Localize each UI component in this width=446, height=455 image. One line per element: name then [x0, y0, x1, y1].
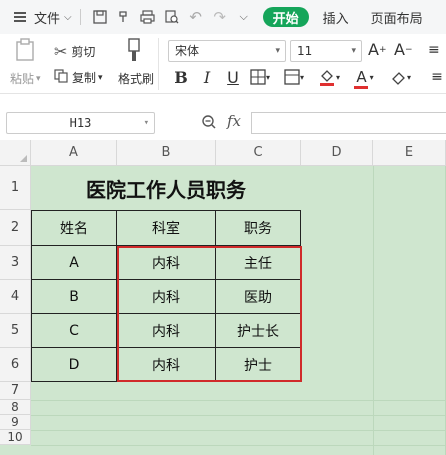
chevron-down-icon: ▾ [143, 118, 149, 128]
file-menu[interactable]: 文件 ⌵ [34, 0, 72, 34]
name-box[interactable]: H13 ▾ [6, 112, 155, 134]
chevron-down-icon: ▾ [275, 46, 280, 56]
header-cell-position[interactable]: 职务 [216, 211, 301, 246]
table-cell[interactable]: 内科 [117, 246, 216, 280]
border-icon[interactable]: ▾ [246, 66, 274, 88]
font-name-value: 宋体 [175, 44, 200, 58]
gridline [31, 445, 446, 446]
chevron-down-icon: ▾ [351, 46, 356, 56]
table-cell[interactable]: 内科 [117, 280, 216, 314]
more-chevron-icon[interactable]: ⌵ [233, 6, 255, 28]
spreadsheet-grid[interactable]: A B C D E 1 2 3 4 5 6 7 8 9 10 医院工作人员职务 … [0, 140, 446, 455]
row-header-5[interactable]: 5 [0, 314, 31, 348]
divider [158, 38, 159, 90]
column-header-e[interactable]: E [373, 140, 446, 166]
chevron-down-icon: ▾ [36, 73, 41, 84]
table-cell[interactable]: B [32, 280, 117, 314]
format-brush-icon[interactable] [113, 6, 135, 28]
paste-button[interactable]: 粘贴 ▾ [10, 70, 41, 87]
table-cell[interactable]: 护士 [216, 348, 301, 382]
table-cell[interactable]: 内科 [117, 348, 216, 382]
formula-bar: H13 ▾ fx [0, 108, 446, 138]
print-preview-icon[interactable] [161, 6, 183, 28]
format-painter-button[interactable]: 格式刷 [118, 70, 154, 87]
font-name-select[interactable]: 宋体 ▾ [168, 40, 286, 62]
paste-label: 粘贴 [10, 72, 35, 86]
table-cell[interactable]: C [32, 314, 117, 348]
cell-style-icon[interactable]: ▾ [280, 66, 308, 88]
cut-button[interactable]: ✂ 剪切 [54, 42, 95, 61]
tab-page-layout[interactable]: 页面布局 [371, 0, 423, 34]
scissors-icon: ✂ [54, 42, 68, 61]
row-header-8[interactable]: 8 [0, 400, 31, 415]
header-cell-department[interactable]: 科室 [117, 211, 216, 246]
gridline [31, 400, 446, 401]
row-header-3[interactable]: 3 [0, 246, 31, 280]
row-header-7[interactable]: 7 [0, 382, 31, 400]
table-cell[interactable]: 内科 [117, 314, 216, 348]
font-size-select[interactable]: 11 ▾ [290, 40, 362, 62]
cut-label: 剪切 [71, 45, 96, 59]
row-header-2[interactable]: 2 [0, 210, 31, 246]
row-header-4[interactable]: 4 [0, 280, 31, 314]
select-all-corner[interactable] [0, 140, 31, 166]
copy-label: 复制 [72, 71, 97, 85]
align-left-icon[interactable]: ≡ [428, 66, 446, 88]
format-painter-icon[interactable] [124, 38, 144, 64]
formula-input[interactable] [251, 112, 446, 134]
zoom-icon[interactable] [201, 114, 217, 134]
fx-icon[interactable]: fx [227, 112, 241, 130]
decrease-font-icon[interactable]: A − [394, 40, 413, 59]
file-menu-label: 文件 [34, 11, 61, 27]
copy-button[interactable]: 复制 ▾ [54, 68, 103, 87]
table-cell[interactable]: D [32, 348, 117, 382]
bold-icon[interactable]: B [170, 66, 192, 88]
menu-icon[interactable] [14, 12, 28, 22]
divider [79, 9, 81, 25]
eraser-icon[interactable]: ▾ [386, 66, 416, 88]
fill-color-icon[interactable]: ▾ [314, 66, 344, 88]
gridline [31, 430, 446, 431]
tab-insert[interactable]: 插入 [323, 0, 349, 34]
table-cell[interactable]: 主任 [216, 246, 301, 280]
gridline [373, 166, 374, 455]
paste-icon[interactable] [14, 38, 36, 62]
row-header-10[interactable]: 10 [0, 430, 31, 445]
chevron-down-icon: ▾ [98, 72, 103, 83]
sheet-title[interactable]: 医院工作人员职务 [31, 166, 301, 210]
menu-bar: 文件 ⌵ ↶ ↷ ⌵ 开始 插入 页面布局 [0, 0, 446, 34]
print-icon[interactable] [137, 6, 159, 28]
undo-icon[interactable]: ↶ [185, 6, 207, 28]
font-color-icon[interactable]: A ▾ [350, 66, 380, 89]
chevron-down-icon: ⌵ [64, 11, 72, 23]
ribbon: 粘贴 ▾ ✂ 剪切 复制 ▾ 格式刷 宋体 ▾ 11 ▾ A + A − ≡ B I… [0, 34, 446, 94]
header-cell-name[interactable]: 姓名 [32, 211, 117, 246]
save-icon[interactable] [89, 6, 111, 28]
column-header-d[interactable]: D [301, 140, 373, 166]
table-cell[interactable]: A [32, 246, 117, 280]
row-header-6[interactable]: 6 [0, 348, 31, 382]
align-icon[interactable]: ≡ [428, 42, 440, 58]
underline-icon[interactable]: U [222, 66, 244, 88]
italic-icon[interactable]: I [196, 66, 218, 88]
row-header-1[interactable]: 1 [0, 166, 31, 210]
gridline [31, 415, 446, 416]
table-cell[interactable]: 护士长 [216, 314, 301, 348]
column-header-a[interactable]: A [31, 140, 117, 166]
column-header-b[interactable]: B [117, 140, 216, 166]
cell-reference: H13 [69, 116, 92, 130]
row-header-9[interactable]: 9 [0, 415, 31, 430]
column-header-c[interactable]: C [216, 140, 301, 166]
tab-home[interactable]: 开始 [262, 7, 309, 27]
copy-icon [54, 68, 68, 87]
table-cell[interactable]: 医助 [216, 280, 301, 314]
redo-icon[interactable]: ↷ [209, 6, 231, 28]
font-size-value: 11 [297, 44, 313, 58]
increase-font-icon[interactable]: A + [368, 40, 387, 59]
